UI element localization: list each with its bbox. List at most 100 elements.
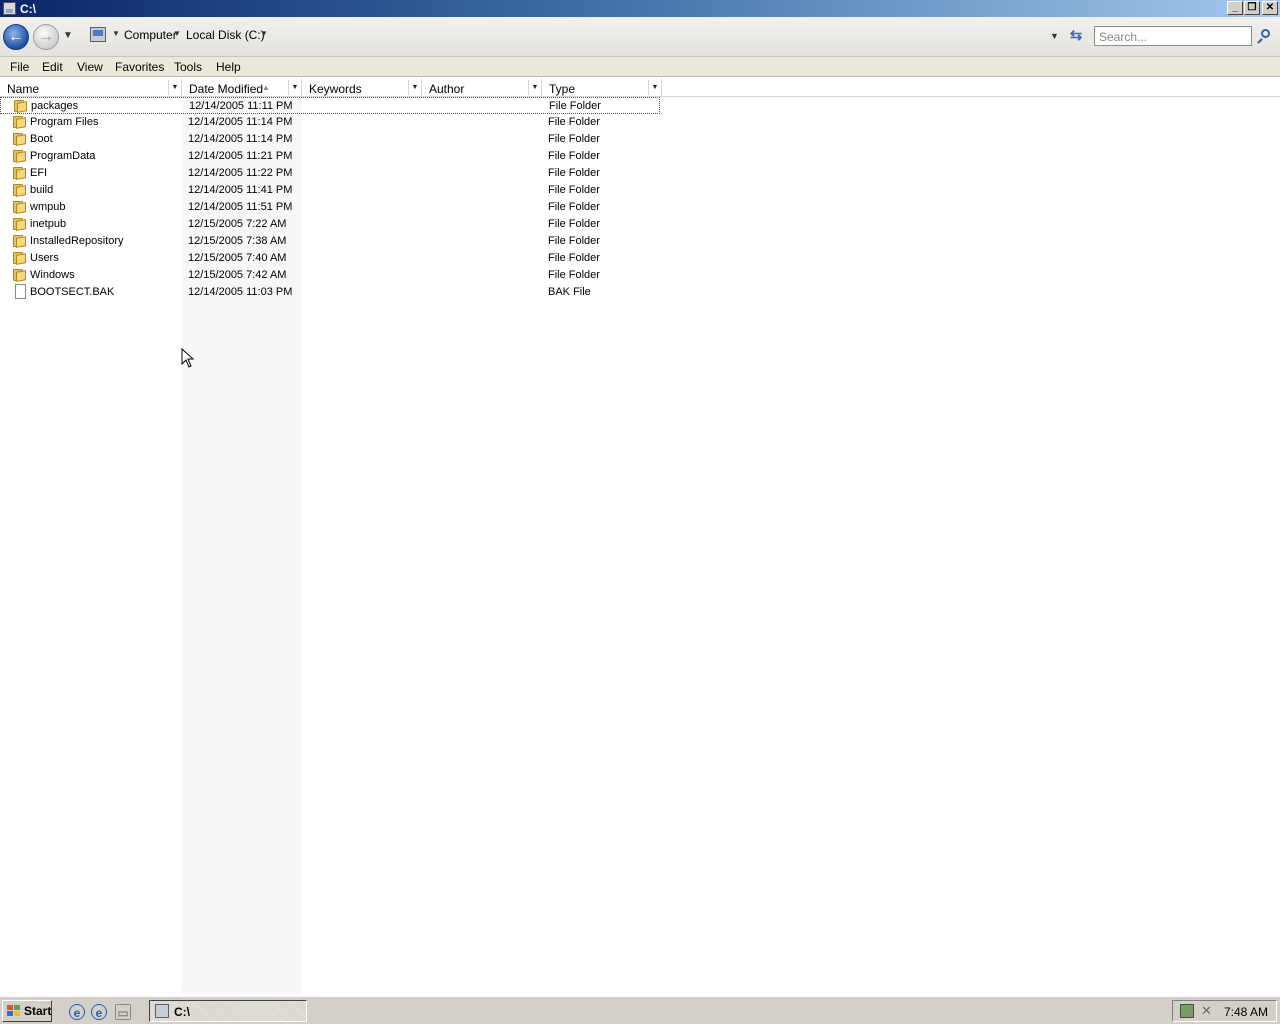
- computer-icon[interactable]: [90, 27, 106, 42]
- folder-icon: [13, 200, 26, 214]
- menu-help[interactable]: Help: [216, 60, 241, 74]
- sort-ascending-icon: ▲: [262, 83, 270, 92]
- column-header-name[interactable]: Name ▼: [0, 79, 182, 97]
- file-type: File Folder: [548, 150, 600, 162]
- chevron-down-icon[interactable]: ▼: [112, 29, 120, 38]
- file-type: File Folder: [548, 133, 600, 145]
- file-row[interactable]: inetpub 12/15/2005 7:22 AM File Folder: [0, 216, 660, 233]
- file-row[interactable]: BOOTSECT.BAK 12/14/2005 11:03 PM BAK Fil…: [0, 284, 660, 301]
- file-row[interactable]: Windows 12/15/2005 7:42 AM File Folder: [0, 267, 660, 284]
- chevron-down-icon[interactable]: ▼: [288, 80, 301, 95]
- file-type: File Folder: [548, 218, 600, 230]
- chevron-down-icon[interactable]: ▼: [168, 80, 181, 95]
- file-name: InstalledRepository: [30, 235, 124, 247]
- file-name: inetpub: [30, 218, 67, 230]
- file-name: packages: [31, 100, 79, 112]
- show-desktop-icon[interactable]: ▭: [115, 1004, 131, 1020]
- file-type: File Folder: [549, 100, 601, 112]
- file-type: File Folder: [548, 269, 600, 281]
- file-type: File Folder: [548, 252, 600, 264]
- column-header-keywords[interactable]: Keywords ▼: [302, 79, 422, 97]
- computer-icon: [3, 2, 16, 15]
- folder-icon: [13, 234, 26, 248]
- file-date: 12/14/2005 11:03 PM: [188, 286, 293, 298]
- restore-button[interactable]: ❐: [1244, 1, 1260, 15]
- volume-icon[interactable]: ✕: [1201, 1004, 1215, 1018]
- window-title: C:\: [20, 2, 36, 16]
- chevron-down-icon[interactable]: ▼: [408, 80, 421, 95]
- back-button[interactable]: ←: [3, 24, 29, 50]
- network-icon[interactable]: [1180, 1004, 1194, 1018]
- chevron-down-icon[interactable]: ▼: [528, 80, 541, 95]
- file-row[interactable]: Boot 12/14/2005 11:14 PM File Folder: [0, 131, 660, 148]
- menu-edit[interactable]: Edit: [42, 60, 63, 74]
- menu-view[interactable]: View: [77, 60, 103, 74]
- file-row[interactable]: InstalledRepository 12/15/2005 7:38 AM F…: [0, 233, 660, 250]
- folder-icon: [13, 251, 26, 265]
- chevron-down-icon[interactable]: ▼: [260, 29, 268, 38]
- file-date: 12/15/2005 7:42 AM: [188, 269, 287, 281]
- windows-logo-icon: [7, 1005, 20, 1017]
- taskbar-window-label: C:\: [174, 1005, 190, 1019]
- file-name: build: [30, 184, 54, 196]
- column-header-label: Type: [549, 82, 576, 96]
- internet-explorer-icon[interactable]: e: [69, 1004, 85, 1020]
- file-name: Boot: [30, 133, 53, 145]
- folder-icon: [13, 115, 26, 129]
- file-date: 12/14/2005 11:14 PM: [188, 116, 293, 128]
- column-header-label: Name: [7, 82, 40, 96]
- file-date: 12/15/2005 7:40 AM: [188, 252, 287, 264]
- file-date: 12/14/2005 11:11 PM: [189, 100, 293, 112]
- breadcrumb-local-disk[interactable]: Local Disk (C:): [186, 28, 265, 42]
- taskbar-window-button[interactable]: C:\: [149, 1000, 307, 1022]
- chevron-down-icon[interactable]: ▼: [648, 80, 661, 95]
- browser-icon[interactable]: e: [91, 1004, 107, 1020]
- close-button[interactable]: ✕: [1262, 1, 1278, 15]
- minimize-button[interactable]: _: [1227, 1, 1243, 15]
- chevron-down-icon[interactable]: ▼: [173, 29, 181, 38]
- menu-favorites[interactable]: Favorites: [115, 60, 164, 74]
- column-header-label: Author: [429, 82, 465, 96]
- file-row[interactable]: EFI 12/14/2005 11:22 PM File Folder: [0, 165, 660, 182]
- file-row[interactable]: wmpub 12/14/2005 11:51 PM File Folder: [0, 199, 660, 216]
- folder-icon: [13, 268, 26, 282]
- file-row[interactable]: ProgramData 12/14/2005 11:21 PM File Fol…: [0, 148, 660, 165]
- folder-icon: [14, 99, 27, 113]
- file-type: File Folder: [548, 167, 600, 179]
- breadcrumb-computer[interactable]: Computer: [124, 28, 177, 42]
- search-icon[interactable]: [1257, 28, 1273, 44]
- computer-icon: [155, 1004, 169, 1018]
- column-header-author[interactable]: Author ▼: [422, 79, 542, 97]
- file-icon: [15, 284, 26, 299]
- column-header-label: Keywords: [309, 82, 362, 96]
- file-type: File Folder: [548, 116, 600, 128]
- file-name: ProgramData: [30, 150, 96, 162]
- menu-tools[interactable]: Tools: [174, 60, 202, 74]
- file-date: 12/14/2005 11:14 PM: [188, 133, 293, 145]
- column-headers: Name ▼ Date Modified ▲ ▼ Keywords ▼ Auth…: [0, 79, 1280, 97]
- file-type: File Folder: [548, 184, 600, 196]
- file-type: BAK File: [548, 286, 591, 298]
- file-row[interactable]: packages 12/14/2005 11:11 PM File Folder: [0, 97, 660, 114]
- recent-pages-dropdown[interactable]: ▼: [63, 30, 73, 41]
- forward-button[interactable]: →: [33, 24, 59, 50]
- folder-icon: [13, 183, 26, 197]
- start-button[interactable]: Start: [2, 1000, 52, 1022]
- clock[interactable]: 7:48 AM: [1224, 1005, 1268, 1019]
- file-row[interactable]: build 12/14/2005 11:41 PM File Folder: [0, 182, 660, 199]
- column-header-type[interactable]: Type ▼: [542, 79, 662, 97]
- file-row[interactable]: Users 12/15/2005 7:40 AM File Folder: [0, 250, 660, 267]
- column-header-date-modified[interactable]: Date Modified ▲ ▼: [182, 79, 302, 97]
- menu-bar: File Edit View Favorites Tools Help: [0, 57, 1280, 77]
- refresh-icon[interactable]: ⇆: [1068, 28, 1084, 44]
- system-tray: ✕ 7:48 AM: [1172, 1000, 1277, 1022]
- file-row[interactable]: Program Files 12/14/2005 11:14 PM File F…: [0, 114, 660, 131]
- menu-file[interactable]: File: [10, 60, 29, 74]
- search-input[interactable]: Search...: [1094, 26, 1252, 46]
- address-history-dropdown[interactable]: ▼: [1050, 31, 1059, 41]
- file-date: 12/14/2005 11:22 PM: [188, 167, 293, 179]
- file-name: wmpub: [30, 201, 66, 213]
- file-date: 12/14/2005 11:41 PM: [188, 184, 293, 196]
- file-date: 12/14/2005 11:21 PM: [188, 150, 293, 162]
- file-name: Program Files: [30, 116, 99, 128]
